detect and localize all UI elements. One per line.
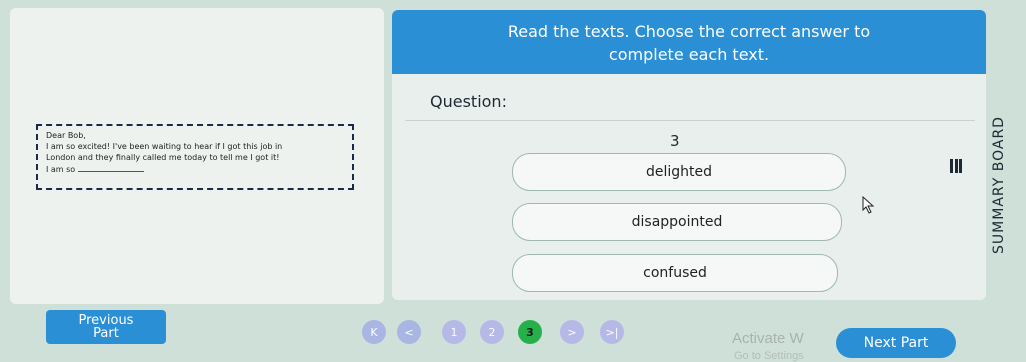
last-page-button[interactable]: >| [600,320,624,344]
letter-greeting: Dear Bob, [46,131,86,140]
letter-line-1: I am so excited! I've been waiting to he… [46,142,283,151]
answer-option-delighted[interactable]: delighted [512,153,846,191]
summary-board-button[interactable]: SUMMARY BOARD [972,110,1026,260]
activate-windows-watermark: Activate W [732,330,804,347]
letter-line-3: I am so [46,163,344,175]
instruction-line-1: Read the texts. Choose the correct answe… [507,22,871,41]
page-button-2[interactable]: 2 [480,320,504,344]
page-button-1[interactable]: 1 [442,320,466,344]
previous-part-button[interactable]: Previous Part [46,310,166,344]
previous-page-button[interactable]: < [397,320,421,344]
answer-blank [77,163,144,172]
settings-watermark: Go to Settings [734,350,804,362]
answer-option-disappointed[interactable]: disappointed [512,203,842,241]
letter-line-2: London and they finally called me today … [46,153,280,162]
menu-icon[interactable] [950,159,962,173]
instruction-line-2: complete each text. [608,45,770,64]
question-label: Question: [430,92,507,111]
summary-board-label: SUMMARY BOARD [991,116,1008,254]
cursor-icon [862,196,875,214]
letter-text-box: Dear Bob, I am so excited! I've been wai… [36,124,354,190]
divider [405,120,975,121]
instruction-header: Read the texts. Choose the correct answe… [392,10,986,74]
first-page-button[interactable]: K [362,320,386,344]
question-number: 3 [670,132,680,150]
letter-line-3-prefix: I am so [46,165,76,174]
next-page-button[interactable]: > [560,320,584,344]
answer-option-confused[interactable]: confused [512,254,838,292]
previous-label-line-2: Part [93,326,119,341]
page-button-3-current[interactable]: 3 [518,320,542,344]
next-part-button[interactable]: Next Part [836,328,956,358]
